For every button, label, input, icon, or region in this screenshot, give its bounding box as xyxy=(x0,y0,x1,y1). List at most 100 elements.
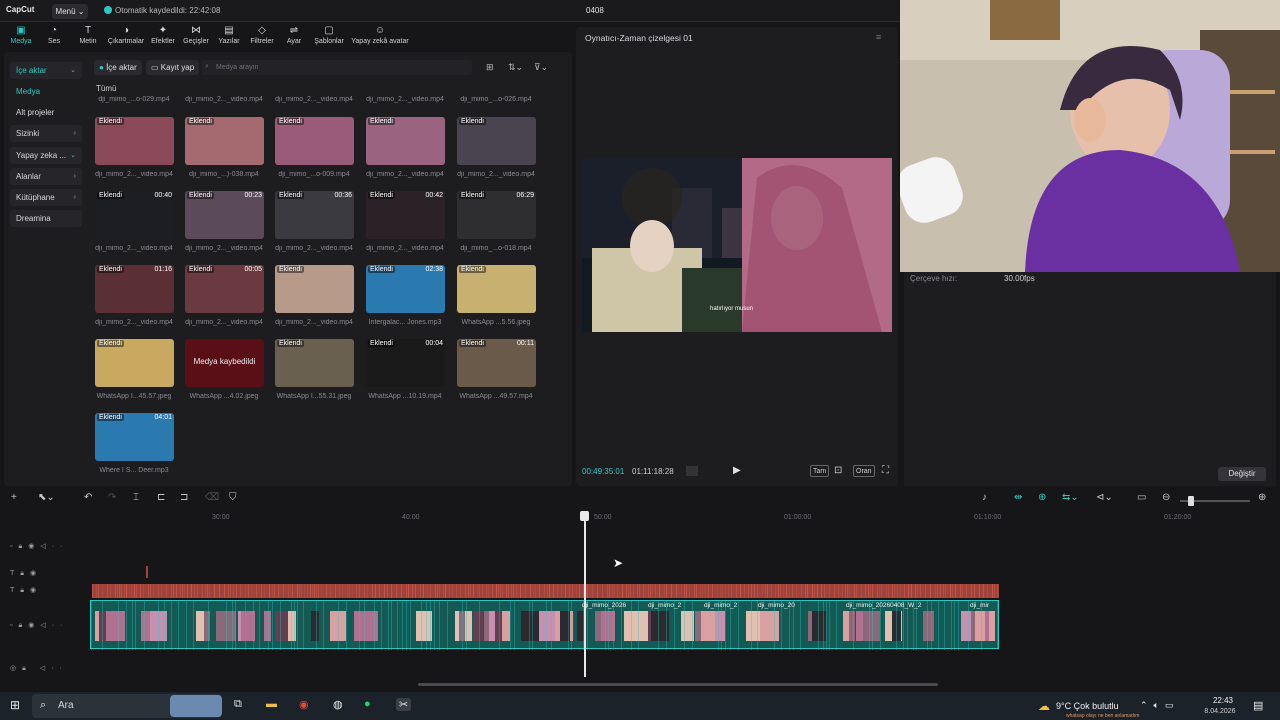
linkage-icon[interactable]: ⇆⌄ xyxy=(1062,492,1079,503)
caption-segment xyxy=(412,584,413,598)
media-thumbnail[interactable]: Eklendi xyxy=(95,117,174,165)
caption-segment xyxy=(877,584,878,598)
select-tool-icon[interactable]: ⬉⌄ xyxy=(38,492,55,503)
main-track-magnet-icon[interactable]: ⇹ xyxy=(1014,492,1022,503)
obs-icon[interactable]: ◍ xyxy=(333,698,343,711)
media-thumbnail[interactable]: Eklendi 00:23 xyxy=(185,191,264,239)
track-header-text-2[interactable]: T🔒︎◉ xyxy=(10,586,42,595)
ratio-button[interactable]: Oran xyxy=(853,465,875,477)
caption-track-clips[interactable] xyxy=(92,584,999,598)
media-file-name: dji_mimo_2..._video.mp4 xyxy=(457,171,535,178)
snapshot-icon[interactable]: ⊡ xyxy=(834,465,842,476)
media-thumbnail[interactable]: Eklendi xyxy=(457,117,536,165)
caption-segment xyxy=(992,584,993,598)
chrome-icon[interactable]: ◉ xyxy=(299,698,309,711)
spotify-icon[interactable]: ● xyxy=(364,698,371,710)
search-highlight-image[interactable] xyxy=(170,695,222,717)
clock-date[interactable]: 8.04.2026 xyxy=(1200,708,1240,715)
microphone-icon[interactable]: ♪ xyxy=(982,492,987,503)
tray-icons[interactable]: ⌃🔈︎▭ xyxy=(1140,700,1179,711)
task-view-icon[interactable]: ⧉ xyxy=(234,698,242,711)
added-badge: Eklendi xyxy=(97,414,124,421)
caption-segment xyxy=(659,584,660,598)
media-thumbnail[interactable]: Eklendi xyxy=(366,117,445,165)
capcut-taskbar-icon[interactable]: ✂ xyxy=(396,698,412,711)
zoom-slider-handle[interactable] xyxy=(1188,496,1194,506)
weather-text[interactable]: 9°C Çok bulutlu xyxy=(1056,701,1119,711)
media-thumbnail[interactable]: Eklendi 00:04 xyxy=(366,339,445,387)
caption-segment xyxy=(720,584,721,598)
playhead[interactable] xyxy=(584,512,586,677)
caption-segment xyxy=(452,584,453,598)
track-header-audio[interactable]: ◎🔒︎ ◁·· xyxy=(10,664,68,673)
media-thumbnail[interactable]: Eklendi xyxy=(95,339,174,387)
zoom-out-icon[interactable]: ⊖ xyxy=(1162,492,1170,503)
file-explorer-icon[interactable]: ▬ xyxy=(266,698,277,710)
text-clip-marker[interactable] xyxy=(146,566,148,578)
media-thumbnail[interactable]: Eklendi 00:05 xyxy=(185,265,264,313)
caption-segment xyxy=(607,584,608,598)
added-badge: Eklendi xyxy=(459,192,486,199)
caption-segment xyxy=(140,584,141,598)
timeline-ruler[interactable]: 30:00 40:00 50:00 01:00:00 01:10:00 01:2… xyxy=(90,511,1280,525)
preview-axis-icon[interactable]: ⊲⌄ xyxy=(1096,492,1113,503)
media-file-name: dji_mimo_...o-018.mp4 xyxy=(460,245,532,252)
media-thumbnail[interactable]: Eklendi 00:42 xyxy=(366,191,445,239)
caption-track-icon[interactable]: ▭ xyxy=(1137,492,1146,503)
caption-segment xyxy=(676,584,677,598)
timeline-scrollbar[interactable] xyxy=(418,683,938,686)
undo-icon[interactable]: ↶ xyxy=(84,492,92,503)
caption-segment xyxy=(955,584,956,598)
auto-snap-icon[interactable]: ⊕ xyxy=(1038,492,1046,503)
caption-segment xyxy=(744,584,745,598)
caption-segment xyxy=(310,584,311,598)
zoom-in-icon[interactable]: ⊕ xyxy=(1258,492,1266,503)
delete-icon[interactable]: ⌫ xyxy=(205,492,219,503)
split-icon[interactable]: ⌶ xyxy=(133,492,139,503)
change-button[interactable]: Değiştir xyxy=(1218,467,1266,481)
caption-segment xyxy=(316,584,317,598)
menu-lines-icon[interactable]: ≡ xyxy=(876,32,881,42)
media-thumbnail[interactable]: Eklendi xyxy=(185,117,264,165)
windows-start-icon[interactable]: ⊞ xyxy=(10,698,20,712)
caption-segment xyxy=(516,584,517,598)
caption-segment xyxy=(110,584,111,598)
trim-right-icon[interactable]: ⊐ xyxy=(180,492,188,503)
media-thumbnail[interactable]: Eklendi 01:16 xyxy=(95,265,174,313)
shield-icon[interactable]: ⛉ xyxy=(229,492,237,503)
notification-icon[interactable]: ▤ xyxy=(1253,699,1263,712)
media-thumbnail[interactable]: Eklendi 00:36 xyxy=(275,191,354,239)
playhead-handle[interactable] xyxy=(580,511,589,521)
media-thumbnail[interactable]: Eklendi xyxy=(275,117,354,165)
track-header-text-1[interactable]: T🔒︎◉ xyxy=(10,569,42,578)
fullscreen-icon[interactable]: ⛶ xyxy=(882,465,889,476)
ruler-tick: 01:10:00 xyxy=(974,514,1002,521)
caption-segment xyxy=(868,584,869,598)
media-thumbnail[interactable]: Eklendi 04:01 xyxy=(95,413,174,461)
caption-segment xyxy=(736,584,737,598)
play-icon[interactable]: ▶ xyxy=(733,465,741,476)
media-thumbnail[interactable]: Medya kaybedildi xyxy=(185,339,264,387)
media-file-name: dji_mimo_2..._video.mp4 xyxy=(185,245,263,252)
track-header-video-2[interactable]: ▫🔒︎◉◁·· xyxy=(10,542,68,551)
clip-thumbnail xyxy=(715,611,725,641)
waveform-toggle-icon[interactable] xyxy=(686,466,698,476)
add-icon[interactable]: + xyxy=(11,492,17,503)
media-thumbnail[interactable]: Eklendi xyxy=(275,339,354,387)
media-thumbnail[interactable]: Eklendi xyxy=(275,265,354,313)
full-quality-button[interactable]: Tam xyxy=(810,465,830,477)
caption-segment xyxy=(792,584,793,598)
media-thumbnail[interactable]: Eklendi 00:11 xyxy=(457,339,536,387)
media-thumbnail[interactable]: Eklendi 06:29 xyxy=(457,191,536,239)
redo-icon[interactable]: ↷ xyxy=(108,492,116,503)
media-thumbnail[interactable]: Eklendi 00:40 xyxy=(95,191,174,239)
caption-segment xyxy=(356,584,357,598)
caption-segment xyxy=(307,584,308,598)
media-thumbnail[interactable]: Eklendi 02:38 xyxy=(366,265,445,313)
caption-segment xyxy=(182,584,183,598)
trim-left-icon[interactable]: ⊏ xyxy=(157,492,165,503)
track-header-main[interactable]: ▫🔒︎◉◁·· xyxy=(10,621,68,630)
clock-time[interactable]: 22:43 xyxy=(1208,696,1238,705)
player-title: Oynatıcı-Zaman çizelgesi 01 xyxy=(585,33,693,43)
media-thumbnail[interactable]: Eklendi xyxy=(457,265,536,313)
